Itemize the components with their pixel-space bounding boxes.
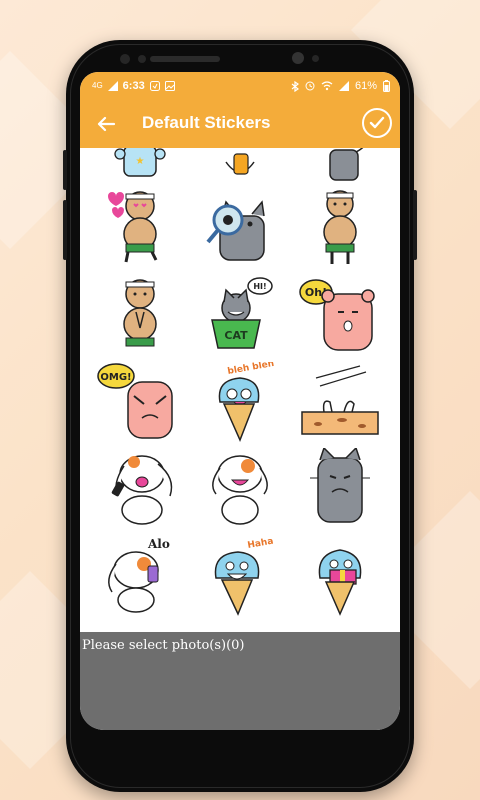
status-right: 61%: [291, 72, 390, 100]
wifi-icon: [321, 81, 333, 91]
sticker-icecream-haha[interactable]: Haha: [196, 536, 284, 616]
sticker-partial-1[interactable]: ★: [96, 148, 184, 182]
sticker-icecream-gift[interactable]: [296, 536, 384, 616]
sticker-partial-3[interactable]: [296, 148, 384, 182]
selection-panel: Please select photo(s)(0): [80, 632, 400, 730]
sticker-bear-omg[interactable]: OMG!: [96, 362, 184, 442]
status-left: 4G 6:33: [92, 72, 175, 100]
phone-side-button: [413, 190, 417, 260]
battery-percentage: 61%: [354, 80, 377, 92]
bubble-text: bleh bleh: [227, 362, 275, 377]
sticker-cat-hi[interactable]: HI! CAT: [196, 276, 284, 356]
sticker-icecream-bleh[interactable]: bleh bleh: [196, 362, 284, 442]
sticker-cat-crying[interactable]: [296, 448, 384, 528]
cellular-icon: [338, 81, 349, 91]
bubble-text: HI!: [253, 282, 266, 291]
phone-side-button: [63, 200, 67, 260]
bubble-text: Haha: [247, 537, 274, 551]
phone-speaker: [150, 56, 220, 62]
notification-icon: [149, 81, 160, 91]
gallery-icon: [164, 81, 175, 91]
sticker-dog-phone[interactable]: Alo: [96, 536, 184, 616]
phone-camera: [292, 52, 304, 64]
bubble-text: Alo: [147, 537, 170, 551]
page-title: Default Stickers: [142, 113, 271, 132]
bluetooth-icon: [291, 80, 299, 92]
sticker-grid: ★ HI! CAT Oh! OMG! bleh bleh Alo Haha: [80, 148, 400, 632]
bucket-label: CAT: [224, 329, 248, 342]
svg-text:★: ★: [136, 156, 145, 167]
signal-icon: [107, 81, 118, 91]
phone-sensor: [120, 54, 130, 64]
checkmark-icon: [369, 116, 385, 129]
sticker-man-standing[interactable]: [296, 186, 384, 266]
bubble-text: OMG!: [100, 372, 131, 383]
battery-icon: [383, 80, 390, 92]
phone-side-button: [63, 150, 67, 190]
network-type: 4G: [92, 81, 103, 90]
back-arrow-icon[interactable]: [94, 112, 118, 136]
sticker-man-hearts[interactable]: [96, 186, 184, 266]
sticker-dog-laughing[interactable]: [196, 448, 284, 528]
sticker-bear-oh[interactable]: Oh!: [296, 276, 384, 356]
status-bar: 4G 6:33 61%: [80, 72, 400, 100]
phone-screen: 4G 6:33 61% Default Stickers ★ HI! CAT O…: [80, 72, 400, 730]
clock: 6:33: [122, 80, 145, 92]
selection-count-text: Please select photo(s)(0): [82, 638, 245, 653]
sticker-man-praying[interactable]: [96, 276, 184, 356]
alarm-icon: [305, 81, 315, 91]
phone-sensor: [312, 55, 319, 62]
sticker-bunny-hole[interactable]: [296, 362, 384, 442]
sticker-cat-magnifier[interactable]: [196, 186, 284, 266]
sticker-dog-microphone[interactable]: [96, 448, 184, 528]
confirm-button[interactable]: [362, 108, 392, 138]
sticker-partial-2[interactable]: [196, 148, 284, 182]
phone-sensor: [138, 55, 146, 63]
